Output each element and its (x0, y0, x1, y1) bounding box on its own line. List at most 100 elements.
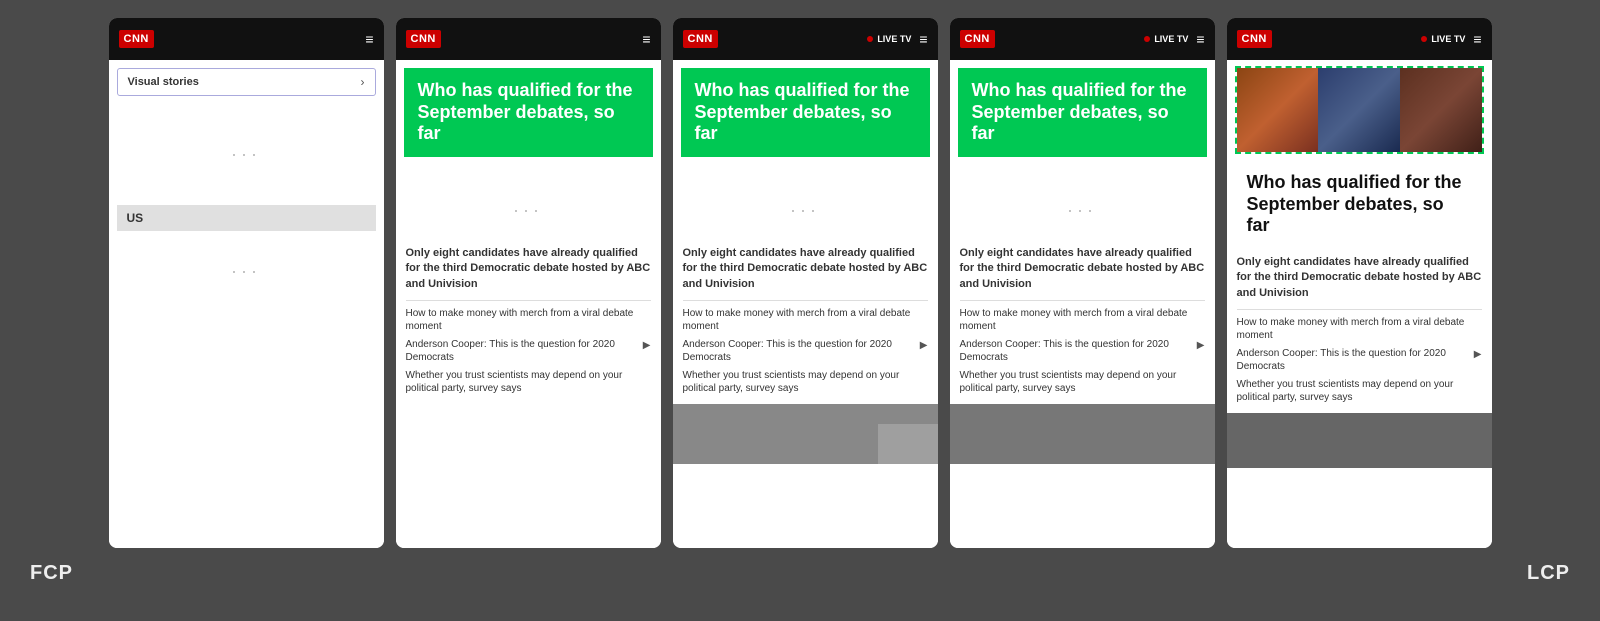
hamburger-icon-1[interactable]: ≡ (365, 31, 373, 47)
hamburger-icon-4[interactable]: ≡ (1196, 31, 1204, 47)
live-tv-badge-3: LIVE TV (867, 34, 911, 44)
headline-box-2: Who has qualified for the September deba… (404, 68, 653, 157)
article-dots-3: ··· (673, 165, 938, 246)
hamburger-icon-5[interactable]: ≡ (1473, 31, 1481, 47)
live-tv-badge-4: LIVE TV (1144, 34, 1188, 44)
divider-5a (1237, 309, 1482, 310)
phone-frame-2: CNN ≡ Who has qualified for the Septembe… (396, 18, 661, 548)
loading-dots-2: ··· (109, 231, 384, 312)
sub-article-text-3-2: Anderson Cooper: This is the question fo… (683, 338, 916, 364)
sub-article-text-5-2: Anderson Cooper: This is the question fo… (1237, 347, 1470, 373)
sub-article-3-1[interactable]: How to make money with merch from a vira… (673, 307, 938, 338)
main-text-4: Only eight candidates have already quali… (950, 246, 1215, 300)
phone4-content: Who has qualified for the September deba… (950, 60, 1215, 548)
candidates-image-box (1235, 66, 1484, 154)
sub-article-4-1[interactable]: How to make money with merch from a vira… (950, 307, 1215, 338)
phone1-content: Visual stories › ··· US ··· (109, 60, 384, 548)
sub-article-5-1[interactable]: How to make money with merch from a vira… (1227, 316, 1492, 347)
phone3-content: Who has qualified for the September deba… (673, 60, 938, 548)
headline-text-4: Who has qualified for the September deba… (972, 80, 1193, 145)
headline-box-5: Who has qualified for the September deba… (1235, 162, 1484, 247)
sub-article-text-4-2: Anderson Cooper: This is the question fo… (960, 338, 1193, 364)
phone-frame-5: CNN LIVE TV ≡ Who has qualified for the … (1227, 18, 1492, 548)
headline-text-3: Who has qualified for the September deba… (695, 80, 916, 145)
navbar-3: CNN LIVE TV ≡ (673, 18, 938, 60)
us-bar: US (117, 205, 376, 231)
play-icon-4: ▶ (1197, 339, 1205, 352)
live-tv-label-4: LIVE TV (1154, 34, 1188, 44)
candidate-1-img (1237, 68, 1319, 152)
navbar-right-4: LIVE TV ≡ (1144, 31, 1204, 47)
sub-article-2-1[interactable]: How to make money with merch from a vira… (396, 307, 661, 338)
image-placeholder-4 (950, 404, 1215, 464)
candidate-2-img (1318, 68, 1400, 152)
live-tv-label-5: LIVE TV (1431, 34, 1465, 44)
sub-article-2-3[interactable]: Whether you trust scientists may depend … (396, 369, 661, 400)
image-placeholder-3 (673, 404, 938, 464)
navbar-right-5: LIVE TV ≡ (1421, 31, 1481, 47)
headline-box-4: Who has qualified for the September deba… (958, 68, 1207, 157)
sub-article-text-2-3: Whether you trust scientists may depend … (406, 369, 651, 395)
live-dot-4 (1144, 36, 1150, 42)
sub-article-text-4-1: How to make money with merch from a vira… (960, 307, 1205, 333)
sub-article-text-2-1: How to make money with merch from a vira… (406, 307, 651, 333)
navbar-right-3: LIVE TV ≡ (867, 31, 927, 47)
visual-stories-label: Visual stories (128, 76, 199, 88)
headline-text-5: Who has qualified for the September deba… (1247, 172, 1472, 237)
navbar-1: CNN ≡ (109, 18, 384, 60)
cnn-logo-2: CNN (406, 30, 441, 48)
live-tv-label-3: LIVE TV (877, 34, 911, 44)
play-icon-2: ▶ (643, 339, 651, 352)
image-placeholder-5 (1227, 413, 1492, 468)
sub-article-text-2-2: Anderson Cooper: This is the question fo… (406, 338, 639, 364)
hamburger-icon-2[interactable]: ≡ (642, 31, 650, 47)
live-dot-5 (1421, 36, 1427, 42)
main-container: CNN ≡ Visual stories › ··· US ··· CNN ≡ … (0, 0, 1600, 548)
image-overlay-3 (878, 424, 938, 464)
chevron-right-icon: › (361, 75, 365, 89)
main-text-2: Only eight candidates have already quali… (396, 246, 661, 300)
sub-article-2-2[interactable]: Anderson Cooper: This is the question fo… (396, 338, 661, 369)
sub-article-5-3[interactable]: Whether you trust scientists may depend … (1227, 378, 1492, 409)
cnn-logo-4: CNN (960, 30, 995, 48)
cnn-logo-5: CNN (1237, 30, 1272, 48)
article-dots-2: ··· (396, 165, 661, 246)
phone5-content: Who has qualified for the September deba… (1227, 60, 1492, 548)
lcp-label: LCP (1527, 562, 1570, 585)
phone-frame-3: CNN LIVE TV ≡ Who has qualified for the … (673, 18, 938, 548)
phone-frame-4: CNN LIVE TV ≡ Who has qualified for the … (950, 18, 1215, 548)
main-text-5: Only eight candidates have already quali… (1227, 255, 1492, 309)
sub-article-text-3-1: How to make money with merch from a vira… (683, 307, 928, 333)
play-icon-5: ▶ (1474, 348, 1482, 361)
labels-row: FCP LCP (0, 548, 1600, 585)
cnn-logo-3: CNN (683, 30, 718, 48)
sub-article-4-3[interactable]: Whether you trust scientists may depend … (950, 369, 1215, 400)
sub-article-5-2[interactable]: Anderson Cooper: This is the question fo… (1227, 347, 1492, 378)
sub-article-4-2[interactable]: Anderson Cooper: This is the question fo… (950, 338, 1215, 369)
sub-article-text-5-3: Whether you trust scientists may depend … (1237, 378, 1482, 404)
play-icon-3: ▶ (920, 339, 928, 352)
sub-article-text-5-1: How to make money with merch from a vira… (1237, 316, 1482, 342)
loading-dots-1: ··· (109, 104, 384, 205)
cnn-logo-1: CNN (119, 30, 154, 48)
hamburger-icon-3[interactable]: ≡ (919, 31, 927, 47)
fcp-label: FCP (30, 562, 73, 585)
main-text-3: Only eight candidates have already quali… (673, 246, 938, 300)
live-tv-badge-5: LIVE TV (1421, 34, 1465, 44)
article-dots-4: ··· (950, 165, 1215, 246)
visual-stories-bar[interactable]: Visual stories › (117, 68, 376, 96)
live-dot-3 (867, 36, 873, 42)
phone-frame-1: CNN ≡ Visual stories › ··· US ··· (109, 18, 384, 548)
sub-article-text-4-3: Whether you trust scientists may depend … (960, 369, 1205, 395)
candidate-3-img (1400, 68, 1482, 152)
navbar-2: CNN ≡ (396, 18, 661, 60)
headline-box-3: Who has qualified for the September deba… (681, 68, 930, 157)
sub-article-text-3-3: Whether you trust scientists may depend … (683, 369, 928, 395)
navbar-right-2: ≡ (642, 31, 650, 47)
divider-2a (406, 300, 651, 301)
sub-article-3-3[interactable]: Whether you trust scientists may depend … (673, 369, 938, 400)
sub-article-3-2[interactable]: Anderson Cooper: This is the question fo… (673, 338, 938, 369)
divider-3a (683, 300, 928, 301)
phone2-content: Who has qualified for the September deba… (396, 60, 661, 548)
divider-4a (960, 300, 1205, 301)
